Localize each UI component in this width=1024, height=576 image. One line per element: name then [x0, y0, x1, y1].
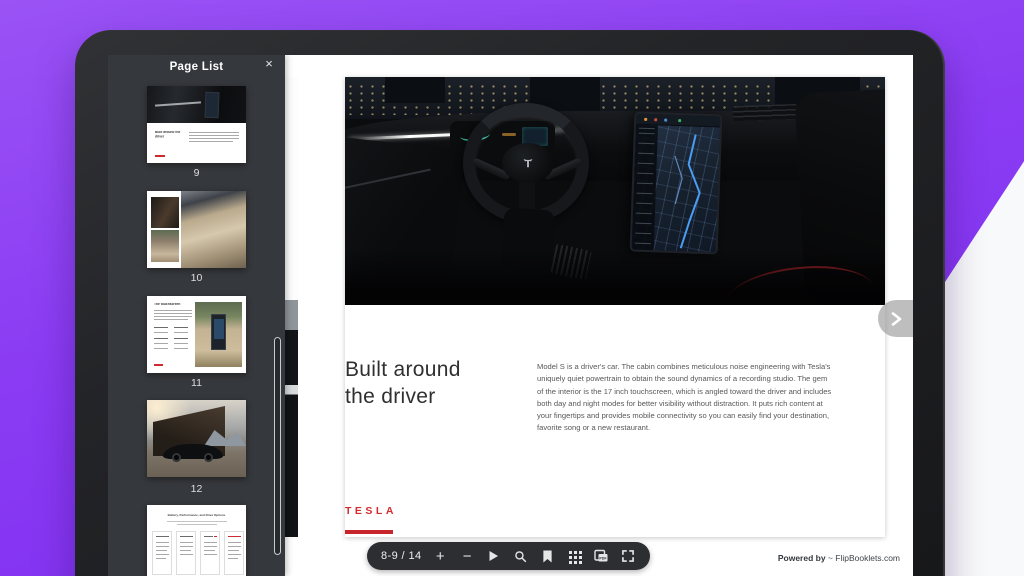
powered-by-label: Powered by — [778, 553, 826, 563]
floor-shadow — [345, 249, 885, 305]
door-trim-line — [345, 169, 431, 190]
text-line — [189, 138, 239, 139]
air-vents — [733, 104, 797, 121]
chevron-right-icon — [889, 311, 903, 327]
thumb-title: The touchscreen — [154, 303, 193, 307]
bookmark-button[interactable] — [540, 547, 556, 565]
flipbook-viewer: Built aroundthe driver Model S is a driv… — [108, 55, 913, 576]
bookmark-icon — [542, 550, 553, 563]
thumb-page-number: 9 — [147, 167, 246, 179]
page-list-title: Page List — [108, 61, 285, 73]
search-button[interactable] — [513, 547, 529, 565]
page-indicator: 8-9 / 14 — [381, 550, 422, 562]
sidebar-scrollbar[interactable] — [274, 337, 281, 555]
touchscreen — [630, 112, 723, 255]
thumb-screen — [211, 314, 226, 350]
fullscreen-button[interactable] — [620, 547, 636, 565]
svg-text:PDF: PDF — [599, 557, 607, 561]
download-pdf-button[interactable]: PDF — [593, 547, 609, 565]
text-line — [189, 135, 239, 136]
thumb-logo — [155, 155, 165, 157]
thumb-image — [195, 302, 242, 367]
autoplay-button[interactable] — [486, 547, 502, 565]
thumb-car — [163, 444, 223, 459]
thumb-title: Battery, Performance, and Drive Options — [147, 514, 246, 517]
next-page-button[interactable] — [878, 300, 913, 337]
text-line — [189, 132, 239, 133]
viewer-toolbar: 8-9 / 14 + − PDF — [367, 542, 650, 570]
thumb-page-number: 12 — [147, 483, 246, 495]
powered-by: Powered by ~ FlipBooklets.com — [778, 553, 900, 563]
thumb-chrome-line — [155, 101, 201, 106]
grid-icon — [569, 551, 572, 554]
play-icon — [488, 550, 499, 562]
hero-image-car-interior — [345, 77, 885, 305]
thumbnail-page-10[interactable] — [147, 191, 246, 268]
thumb-title: Built around the driver — [155, 131, 183, 139]
close-icon[interactable]: × — [261, 56, 277, 72]
book-page-9: Built aroundthe driver Model S is a driv… — [345, 77, 885, 537]
building-silhouette — [385, 77, 445, 103]
tesla-wordmark: TESLA — [345, 505, 397, 516]
thumb-image — [181, 191, 246, 268]
red-accent-bar — [345, 530, 393, 534]
thumb-page-number: 10 — [147, 272, 246, 284]
text-line — [189, 141, 233, 142]
fullscreen-icon — [622, 550, 634, 562]
zoom-in-button[interactable]: + — [432, 547, 448, 565]
thumbnail-page-13[interactable]: Battery, Performance, and Drive Options — [147, 505, 246, 576]
thumb-image — [147, 86, 246, 123]
zoom-out-button[interactable]: − — [459, 547, 475, 565]
left-page-edge — [285, 77, 298, 537]
search-icon — [514, 550, 527, 563]
touchscreen-menu — [632, 125, 658, 251]
page-list-panel: Page List × Built around the driver 9 — [108, 55, 285, 576]
thumb-screen — [205, 92, 220, 118]
statusbar-icons — [644, 118, 647, 121]
tesla-wheel-logo — [502, 143, 554, 183]
wheel — [172, 453, 181, 462]
page-title: Built aroundthe driver — [345, 357, 530, 411]
thumb-page-number: 11 — [147, 377, 246, 389]
pdf-icon: PDF — [594, 549, 609, 563]
thumbnail-page-9[interactable]: Built around the driver — [147, 86, 246, 163]
thumbnail-page-11[interactable]: The touchscreen — [147, 296, 246, 373]
tesla-t-icon — [522, 157, 534, 169]
thumb-logo — [154, 364, 163, 366]
page-body-text: Model S is a driver's car. The cabin com… — [537, 361, 834, 435]
wheel — [204, 453, 213, 462]
thumb-map — [214, 319, 224, 339]
thumb-image — [151, 197, 179, 228]
desktop-background: Built aroundthe driver Model S is a driv… — [0, 0, 1024, 576]
thumb-image — [151, 230, 179, 262]
thumbnails-button[interactable] — [566, 547, 582, 565]
flipbooklets-link[interactable]: ~ FlipBooklets.com — [828, 553, 900, 563]
thumbnail-page-12[interactable] — [147, 400, 246, 477]
